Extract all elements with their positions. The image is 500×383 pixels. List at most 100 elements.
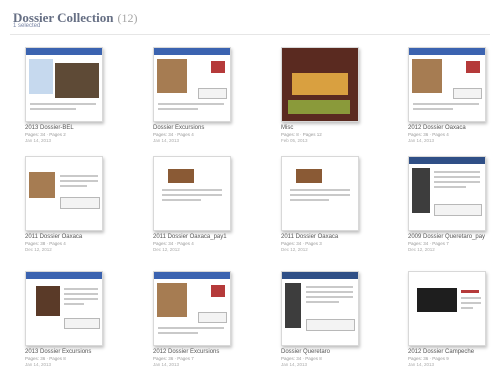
document-meta: 2009 Dossier Queretaro_pay Pages: 34 · P… xyxy=(408,234,498,252)
thumbnail-banner xyxy=(409,48,485,55)
info-box xyxy=(64,318,100,329)
photo-image xyxy=(55,63,99,98)
document-title[interactable]: 2013 Dossier-BEL xyxy=(25,125,115,131)
document-info: Pages: 36 · Pages 9 xyxy=(408,356,449,361)
text-lines xyxy=(60,175,98,190)
text-lines xyxy=(64,288,98,308)
document-title[interactable]: Dossier Queretaro xyxy=(281,349,371,355)
document-title[interactable]: 2012 Dossier Campeche xyxy=(408,349,498,355)
text-lines xyxy=(461,297,481,312)
document-meta: 2012 Dossier Excursions Pages: 36 · Page… xyxy=(153,349,243,367)
document-date: Dec 12, 2012 xyxy=(153,247,180,252)
document-thumbnail[interactable] xyxy=(153,271,231,346)
document-date: Jan 14, 2013 xyxy=(281,362,308,367)
document-thumbnail[interactable] xyxy=(281,156,359,231)
document-thumbnail[interactable] xyxy=(408,47,486,122)
document-thumbnail[interactable] xyxy=(408,156,486,231)
document-meta: Misc Pages: 8 · Pages 12 Feb 05, 2013 xyxy=(281,125,371,143)
document-date: Jan 14, 2013 xyxy=(408,138,435,143)
red-heading xyxy=(211,285,225,297)
document-info: Pages: 38 · Pages 4 xyxy=(25,241,66,246)
document-title[interactable]: 2011 Dossier Oaxaca xyxy=(25,234,115,240)
document-info: Pages: 36 · Pages 7 xyxy=(153,356,194,361)
photo-image xyxy=(296,169,322,183)
document-info: Pages: 34 · Pages 2 xyxy=(25,132,66,137)
text-lines xyxy=(158,327,224,337)
document-title[interactable]: Dossier Excursions xyxy=(153,125,243,131)
document-info: Pages: 34 · Pages 3 xyxy=(281,241,322,246)
document-date: Jan 14, 2013 xyxy=(408,362,435,367)
red-heading xyxy=(461,290,479,293)
map-image xyxy=(29,59,53,94)
document-title[interactable]: Misc xyxy=(281,125,371,131)
document-title[interactable]: 2012 Dossier Excursions xyxy=(153,349,243,355)
artwork-image xyxy=(412,59,442,93)
document-date: Dec 12, 2012 xyxy=(25,247,52,252)
document-thumbnail[interactable] xyxy=(153,156,231,231)
document-info: Pages: 34 · Pages 7 xyxy=(408,241,449,246)
document-meta: Dossier Excursions Pages: 34 · Pages 4 J… xyxy=(153,125,243,143)
portrait-image xyxy=(36,286,60,316)
thumbnail-banner xyxy=(26,272,102,279)
document-date: Jan 14, 2013 xyxy=(153,362,180,367)
document-date: Jan 14, 2013 xyxy=(153,138,180,143)
text-lines xyxy=(290,189,350,204)
document-meta: Dossier Queretaro Pages: 34 · Pages 8 Ja… xyxy=(281,349,371,367)
document-meta: 2012 Dossier Campeche Pages: 36 · Pages … xyxy=(408,349,498,367)
document-info: Pages: 8 · Pages 12 xyxy=(281,132,322,137)
document-info: Pages: 34 · Pages 4 xyxy=(153,241,194,246)
collection-header: Dossier Collection (12) 1 selected xyxy=(0,0,500,36)
info-box xyxy=(198,88,227,99)
text-lines xyxy=(158,103,224,113)
thumbnail-banner xyxy=(154,272,230,279)
thumbnail-banner xyxy=(154,48,230,55)
document-title[interactable]: 2012 Dossier Oaxaca xyxy=(408,125,498,131)
document-thumbnail[interactable] xyxy=(25,156,103,231)
red-heading xyxy=(211,61,225,73)
info-box xyxy=(434,204,482,216)
text-lines xyxy=(162,189,222,204)
document-date: Feb 05, 2013 xyxy=(281,138,308,143)
text-lines xyxy=(413,103,479,113)
thumbnail-banner xyxy=(282,272,358,279)
info-box xyxy=(60,197,100,209)
document-title[interactable]: 2011 Dossier Oaxaca_pay1 xyxy=(153,234,243,240)
cover-foliage xyxy=(288,100,350,114)
thumbnail-banner xyxy=(409,157,485,164)
document-date: Jan 14, 2013 xyxy=(25,362,52,367)
document-thumbnail[interactable] xyxy=(25,271,103,346)
document-title[interactable]: 2011 Dossier Oaxaca xyxy=(281,234,371,240)
document-meta: 2011 Dossier Oaxaca_pay1 Pages: 34 · Pag… xyxy=(153,234,243,252)
document-meta: 2013 Dossier Excursions Pages: 36 · Page… xyxy=(25,349,115,367)
info-box xyxy=(198,312,227,323)
document-date: Dec 12, 2012 xyxy=(281,247,308,252)
artwork-image xyxy=(157,59,187,93)
header-divider xyxy=(10,34,490,35)
photo-image xyxy=(285,283,301,328)
artwork-image xyxy=(157,283,187,317)
photo-image xyxy=(168,169,194,183)
document-thumbnail[interactable] xyxy=(281,47,359,122)
document-info: Pages: 36 · Pages 4 xyxy=(408,132,449,137)
document-meta: 2012 Dossier Oaxaca Pages: 36 · Pages 4 … xyxy=(408,125,498,143)
document-title[interactable]: 2009 Dossier Queretaro_pay xyxy=(408,234,498,240)
document-meta: 2011 Dossier Oaxaca Pages: 34 · Pages 3 … xyxy=(281,234,371,252)
document-info: Pages: 34 · Pages 8 xyxy=(281,356,322,361)
selection-status[interactable]: 1 selected xyxy=(13,23,40,29)
document-thumbnail[interactable] xyxy=(153,47,231,122)
collection-count: (12) xyxy=(117,11,138,25)
document-title[interactable]: 2013 Dossier Excursions xyxy=(25,349,115,355)
photo-image xyxy=(412,168,430,213)
thumbnail-banner xyxy=(26,48,102,55)
cover-lettering xyxy=(292,73,348,95)
document-thumbnail[interactable] xyxy=(25,47,103,122)
document-thumbnail[interactable] xyxy=(281,271,359,346)
document-date: Jan 14, 2013 xyxy=(25,138,52,143)
document-meta: 2011 Dossier Oaxaca Pages: 38 · Pages 4 … xyxy=(25,234,115,252)
document-thumbnail[interactable] xyxy=(408,271,486,346)
document-info: Pages: 36 · Pages 8 xyxy=(25,356,66,361)
text-lines xyxy=(306,286,353,306)
info-box xyxy=(453,88,482,99)
info-box xyxy=(306,319,355,331)
text-lines xyxy=(434,171,480,191)
